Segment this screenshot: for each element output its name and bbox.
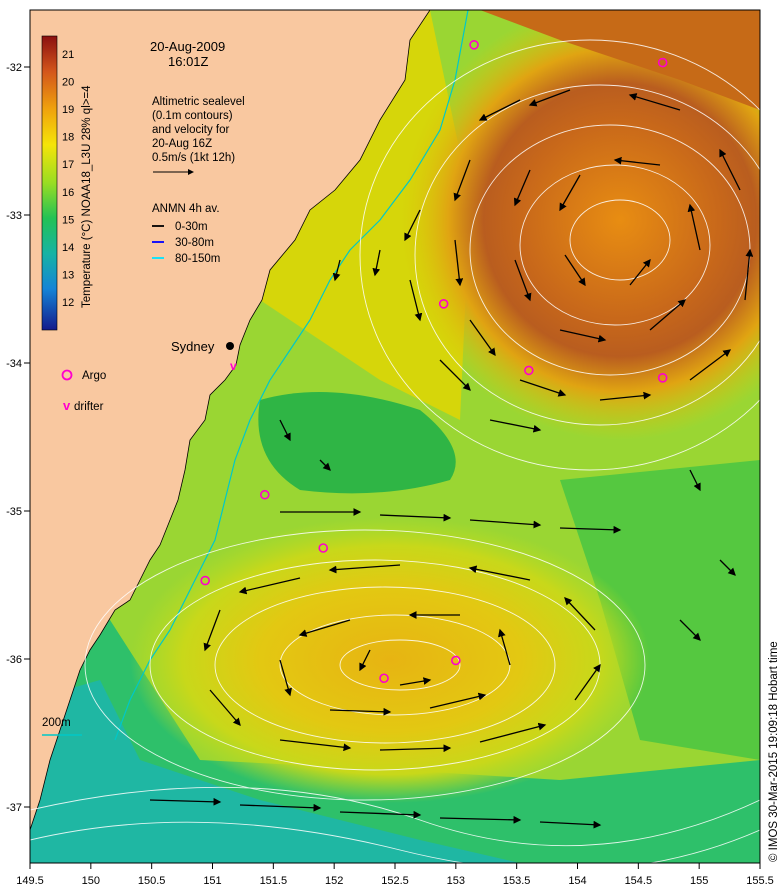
drifter-marker: v: [230, 359, 237, 373]
lat-tick-label-4: -36: [6, 654, 22, 666]
colorbar-tick-label-1: 20: [62, 77, 74, 89]
lon-tick-label-2: 150.5: [138, 875, 166, 887]
sea-surface-temperature-map: v: [30, 10, 760, 863]
lon-tick-label-6: 152.5: [381, 875, 409, 887]
lon-tick-label-3: 151: [203, 875, 221, 887]
colorbar-tick-label-8: 13: [62, 269, 74, 281]
colorbar-tick-label-2: 19: [62, 104, 74, 116]
lon-tick-label-0: 149.5: [16, 875, 44, 887]
sydney-marker: [226, 342, 234, 350]
lon-tick-label-10: 154.5: [625, 875, 653, 887]
colorbar-tick-label-3: 18: [62, 132, 74, 144]
anmn-label-1: 30-80m: [175, 237, 214, 249]
lat-tick-label-2: -34: [6, 358, 22, 370]
anmn-label-0: 0-30m: [175, 221, 208, 233]
drifter-legend-symbol: v: [63, 398, 71, 413]
colorbar-label: Temperature (°C) NOAA18_L3U 28% ql>=4: [81, 85, 93, 308]
note-line-1: Altimetric sealevel: [152, 96, 245, 108]
isobath-legend-label: 200m: [42, 717, 71, 729]
lon-tick-label-8: 153.5: [503, 875, 531, 887]
colorbar-tick-label-9: 12: [62, 297, 74, 309]
longitude-axis: 149.5 150 150.5 151 151.5 152 152.5 153 153.5 154…: [16, 863, 774, 887]
colorbar-tick-label-5: 16: [62, 187, 74, 199]
note-line-5: 0.5m/s (1kt 12h): [152, 152, 235, 164]
lat-tick-label-0: -32: [6, 62, 22, 74]
city-label-sydney: Sydney: [171, 339, 215, 354]
latitude-axis: -32 -33 -34 -35 -36 -37: [6, 62, 30, 814]
colorbar-tick-label-7: 14: [62, 242, 74, 254]
lon-tick-label-7: 153: [447, 875, 465, 887]
lon-tick-label-5: 152: [325, 875, 343, 887]
lon-tick-label-12: 155.5: [746, 875, 774, 887]
colorbar-tick-label-0: 21: [62, 49, 74, 61]
argo-legend-label: Argo: [82, 370, 106, 382]
date-label: 20-Aug-2009: [150, 39, 225, 54]
colorbar-tick-label-6: 15: [62, 214, 74, 226]
colorbar-gradient: [41, 35, 58, 331]
lon-tick-label-1: 150: [82, 875, 100, 887]
lat-tick-label-3: -35: [6, 506, 22, 518]
colorbar-tick-label-4: 17: [62, 159, 74, 171]
note-line-2: (0.1m contours): [152, 110, 233, 122]
lat-tick-label-1: -33: [6, 210, 22, 222]
anmn-label-2: 80-150m: [175, 253, 220, 265]
anmn-title: ANMN 4h av.: [152, 203, 220, 215]
note-line-3: and velocity for: [152, 124, 230, 136]
credit-text: © IMOS 30-Mar-2015 19:09:18 Hobart time: [768, 641, 780, 862]
lat-tick-label-5: -37: [6, 802, 22, 814]
lon-tick-label-11: 155: [690, 875, 708, 887]
lon-tick-label-4: 151.5: [260, 875, 288, 887]
time-label: 16:01Z: [168, 54, 209, 69]
drifter-legend-label: drifter: [74, 401, 104, 413]
lon-tick-label-9: 154: [568, 875, 586, 887]
note-line-4: 20-Aug 16Z: [152, 138, 212, 150]
